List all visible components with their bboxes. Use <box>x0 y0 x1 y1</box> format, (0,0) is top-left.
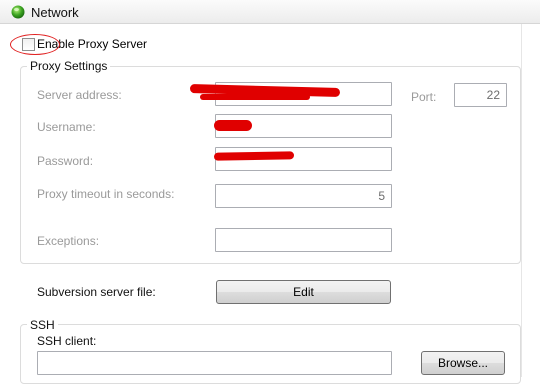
server-address-label: Server address: <box>37 88 122 102</box>
redaction-mark <box>200 94 310 100</box>
panel-divider <box>521 24 522 377</box>
section-header: Network <box>0 0 540 24</box>
ssh-title: SSH <box>27 318 58 332</box>
proxy-timeout-label: Proxy timeout in seconds: <box>37 187 175 201</box>
exceptions-label: Exceptions: <box>37 234 100 248</box>
section-title: Network <box>31 5 79 20</box>
username-label: Username: <box>37 120 96 134</box>
port-label: Port: <box>411 90 437 104</box>
proxy-timeout-input[interactable]: 5 <box>215 184 392 208</box>
exceptions-input[interactable] <box>215 228 392 252</box>
redaction-mark <box>213 151 295 161</box>
proxy-settings-title: Proxy Settings <box>27 59 111 73</box>
redaction-mark <box>214 120 252 131</box>
ssh-client-label: SSH client: <box>37 334 97 348</box>
green-globe-icon <box>11 5 25 19</box>
password-label: Password: <box>37 154 94 168</box>
port-input[interactable]: 22 <box>454 83 507 107</box>
subversion-server-file-label: Subversion server file: <box>37 285 156 299</box>
annotation-circle <box>10 34 60 55</box>
edit-button[interactable]: Edit <box>216 280 391 304</box>
ssh-client-input[interactable] <box>37 351 392 375</box>
browse-button[interactable]: Browse... <box>421 351 505 375</box>
